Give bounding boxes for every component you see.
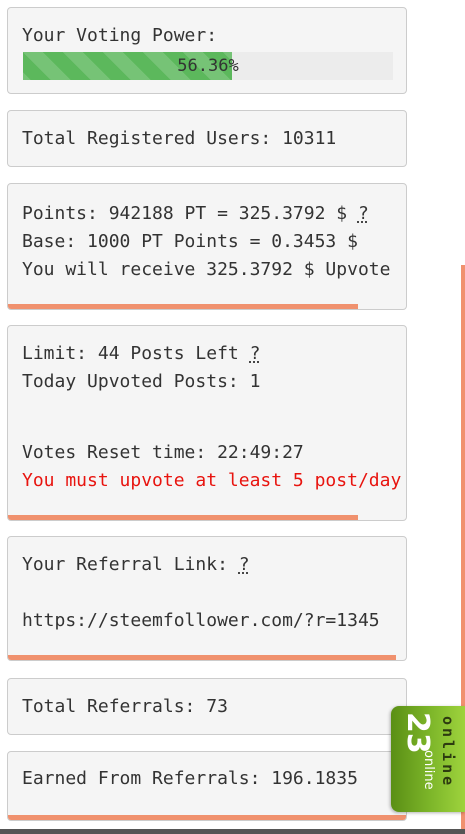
limits-panel: Limit: 44 Posts Left ? Today Upvoted Pos… <box>7 325 407 521</box>
referral-link-label: Your Referral Link: <box>22 554 228 575</box>
referral-link-url[interactable]: https://steemfollower.com/?r=1345 <box>22 607 380 635</box>
points-value: Points: 942188 PT = 325.3792 $ <box>22 203 348 224</box>
online-label-vertical: online <box>439 716 457 789</box>
points-accent-bar <box>8 304 358 309</box>
referral-help-link[interactable]: ? <box>239 554 250 575</box>
upvote-warning: You must upvote at least 5 post/day <box>22 470 402 491</box>
voting-power-progress: 56.36% <box>23 52 393 80</box>
registered-users-text: Total Registered Users: 10311 <box>22 128 337 149</box>
referral-link-panel: Your Referral Link: ? https://steemfollo… <box>7 536 407 661</box>
page-bottom-border <box>0 829 465 834</box>
limit-value: Limit: 44 Posts Left <box>22 343 239 364</box>
earned-referrals-text: Earned From Referrals: 196.1835 <box>22 768 358 789</box>
online-label-small: online <box>421 750 436 790</box>
referral-link-label-line: Your Referral Link: ? <box>22 551 250 579</box>
voting-power-percent: 56.36% <box>177 56 239 76</box>
total-referrals-text: Total Referrals: 73 <box>22 696 228 717</box>
voting-power-panel: Your Voting Power: 56.36% <box>7 7 407 94</box>
online-count: 23 <box>400 712 435 754</box>
votes-reset-line: Votes Reset time: 22:49:27 <box>22 442 304 463</box>
referral-accent-bar <box>8 655 396 660</box>
today-upvoted-line: Today Upvoted Posts: 1 <box>22 371 261 392</box>
limit-line: Limit: 44 Posts Left ? <box>22 340 260 368</box>
base-points-line: Base: 1000 PT Points = 0.3453 $ <box>22 231 358 252</box>
points-help-link[interactable]: ? <box>358 203 369 224</box>
points-line: Points: 942188 PT = 325.3792 $ ? <box>22 200 369 228</box>
voting-power-label: Your Voting Power: <box>22 25 218 46</box>
limits-accent-bar <box>8 515 358 520</box>
points-panel: Points: 942188 PT = 325.3792 $ ? Base: 1… <box>7 183 407 310</box>
earned-accent-bar <box>8 815 406 820</box>
total-referrals-panel: Total Referrals: 73 <box>7 678 407 735</box>
earned-referrals-panel: Earned From Referrals: 196.1835 <box>7 751 407 821</box>
registered-users-panel: Total Registered Users: 10311 <box>7 110 407 167</box>
online-counter-widget[interactable]: 23 online online <box>391 706 465 812</box>
receive-line: You will receive 325.3792 $ Upvote <box>22 259 391 280</box>
limit-help-link[interactable]: ? <box>250 343 261 364</box>
